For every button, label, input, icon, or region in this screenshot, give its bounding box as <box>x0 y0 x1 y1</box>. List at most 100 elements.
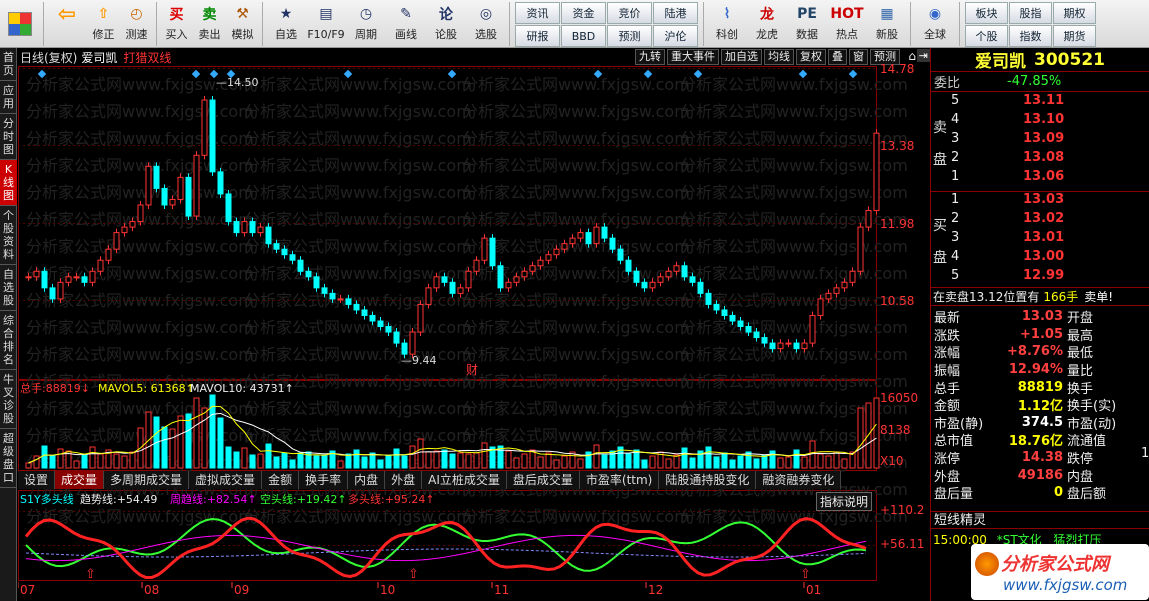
volume-bar[interactable] <box>393 448 400 469</box>
volume-bar[interactable] <box>113 453 120 469</box>
candle[interactable] <box>809 314 816 344</box>
candle[interactable] <box>697 281 704 294</box>
candle[interactable] <box>161 187 168 206</box>
candle[interactable] <box>609 237 616 250</box>
volume-bar[interactable] <box>505 450 512 469</box>
candle[interactable] <box>281 248 288 256</box>
candle[interactable] <box>257 226 264 234</box>
candle[interactable] <box>385 326 392 333</box>
order-book-row[interactable]: 5 13.11 <box>951 93 1141 111</box>
indicator-tab[interactable]: 盘后成交量 <box>506 471 580 489</box>
candle[interactable] <box>585 232 592 245</box>
candle[interactable] <box>649 281 656 289</box>
candle[interactable] <box>505 281 512 289</box>
indicator-tab[interactable]: 内盘 <box>348 471 386 489</box>
candle[interactable] <box>345 298 352 305</box>
volume-bar[interactable] <box>465 453 472 469</box>
volume-bar[interactable] <box>833 451 840 469</box>
volume-bar[interactable] <box>825 455 832 469</box>
candle[interactable] <box>569 237 576 245</box>
volume-bar[interactable] <box>713 456 720 469</box>
candle[interactable] <box>529 265 536 272</box>
candle[interactable] <box>33 270 40 278</box>
candle[interactable] <box>273 243 280 250</box>
candle[interactable] <box>721 309 728 316</box>
candle[interactable] <box>393 331 400 344</box>
volume-bar[interactable] <box>593 444 600 469</box>
candle[interactable] <box>425 287 432 305</box>
volume-bar[interactable] <box>361 456 368 469</box>
candle[interactable] <box>745 326 752 333</box>
volume-bar[interactable] <box>337 460 344 469</box>
candle[interactable] <box>833 287 840 294</box>
order-book-row[interactable]: 2 13.08 <box>951 150 1141 168</box>
volume-bar[interactable] <box>665 458 672 469</box>
data-button[interactable]: PE 数据 <box>787 0 827 48</box>
candle[interactable] <box>817 298 824 316</box>
candle[interactable] <box>329 292 336 300</box>
candle[interactable] <box>865 210 872 228</box>
volume-bar[interactable] <box>425 451 432 469</box>
volume-bar[interactable] <box>385 455 392 469</box>
candle[interactable] <box>177 176 184 200</box>
candle[interactable] <box>217 171 224 195</box>
candle[interactable] <box>297 259 304 272</box>
candle[interactable] <box>825 292 832 300</box>
candle[interactable] <box>249 221 256 234</box>
candle[interactable] <box>433 276 440 289</box>
candle[interactable] <box>625 259 632 272</box>
candle[interactable] <box>289 254 296 261</box>
candle[interactable] <box>337 298 344 301</box>
volume-bar[interactable] <box>817 453 824 469</box>
left-tab[interactable]: K线图 <box>0 160 17 206</box>
volume-bar[interactable] <box>313 455 320 469</box>
volume-bar[interactable] <box>761 454 768 469</box>
kline-chart-area[interactable]: 日线(复权) 爱司凯 打猎双线 九转 重大事件 加自选 均线 复权叠窗预测 ⌂ ⇥ 分析… <box>18 48 930 601</box>
market-grid-button[interactable]: 股指 <box>1009 2 1052 24</box>
order-book-row[interactable]: 4 13.00 <box>951 249 1141 267</box>
volume-bar[interactable] <box>721 452 728 469</box>
candle[interactable] <box>225 193 232 223</box>
info-grid-button[interactable]: 竞价 <box>607 2 652 24</box>
order-book-row[interactable]: 2 13.02 <box>951 211 1141 229</box>
volume-bar[interactable] <box>281 452 288 469</box>
candle[interactable] <box>457 287 464 294</box>
indicator-tab[interactable]: 市盈率(ttm) <box>579 471 660 489</box>
candle[interactable] <box>729 314 736 322</box>
volume-bar[interactable] <box>73 460 80 469</box>
volume-bar[interactable] <box>233 451 240 469</box>
simulate-button[interactable]: ⚒ 模拟 <box>226 0 259 48</box>
volume-bar[interactable] <box>513 457 520 469</box>
draw-button[interactable]: ✎ 画线 <box>386 0 426 48</box>
volume-bar[interactable] <box>49 455 56 469</box>
candle[interactable] <box>313 276 320 289</box>
candle[interactable] <box>601 226 608 239</box>
f10-button[interactable]: ▤ F10/F9 <box>306 0 346 48</box>
market-grid-button[interactable]: 期权 <box>1053 2 1096 24</box>
order-book-row[interactable]: 5 12.99 <box>951 268 1141 286</box>
candle[interactable] <box>137 204 144 223</box>
candle[interactable] <box>497 265 504 289</box>
volume-bar[interactable] <box>377 459 384 469</box>
volume-bar[interactable] <box>841 458 848 469</box>
volume-bar[interactable] <box>777 457 784 469</box>
volume-bar[interactable] <box>857 407 864 469</box>
candle[interactable] <box>305 270 312 278</box>
indicator-help-button[interactable]: 指标说明 <box>816 492 873 511</box>
volume-bar[interactable] <box>737 455 744 469</box>
candle[interactable] <box>793 342 800 350</box>
indicator-tab[interactable]: 虚拟成交量 <box>189 471 263 489</box>
candle[interactable] <box>409 331 416 355</box>
volume-bar[interactable] <box>409 445 416 469</box>
indicator-tab[interactable]: 外盘 <box>385 471 423 489</box>
candle[interactable] <box>169 198 176 206</box>
candle[interactable] <box>593 226 600 245</box>
test-button[interactable]: ◴ 测速 <box>120 0 153 48</box>
candle[interactable] <box>577 232 584 239</box>
left-tab[interactable]: 首页 <box>0 48 17 81</box>
volume-bar[interactable] <box>345 453 352 469</box>
volume-bar[interactable] <box>561 455 568 469</box>
candle[interactable] <box>361 309 368 316</box>
volume-bar[interactable] <box>169 428 176 469</box>
candle[interactable] <box>713 303 720 311</box>
